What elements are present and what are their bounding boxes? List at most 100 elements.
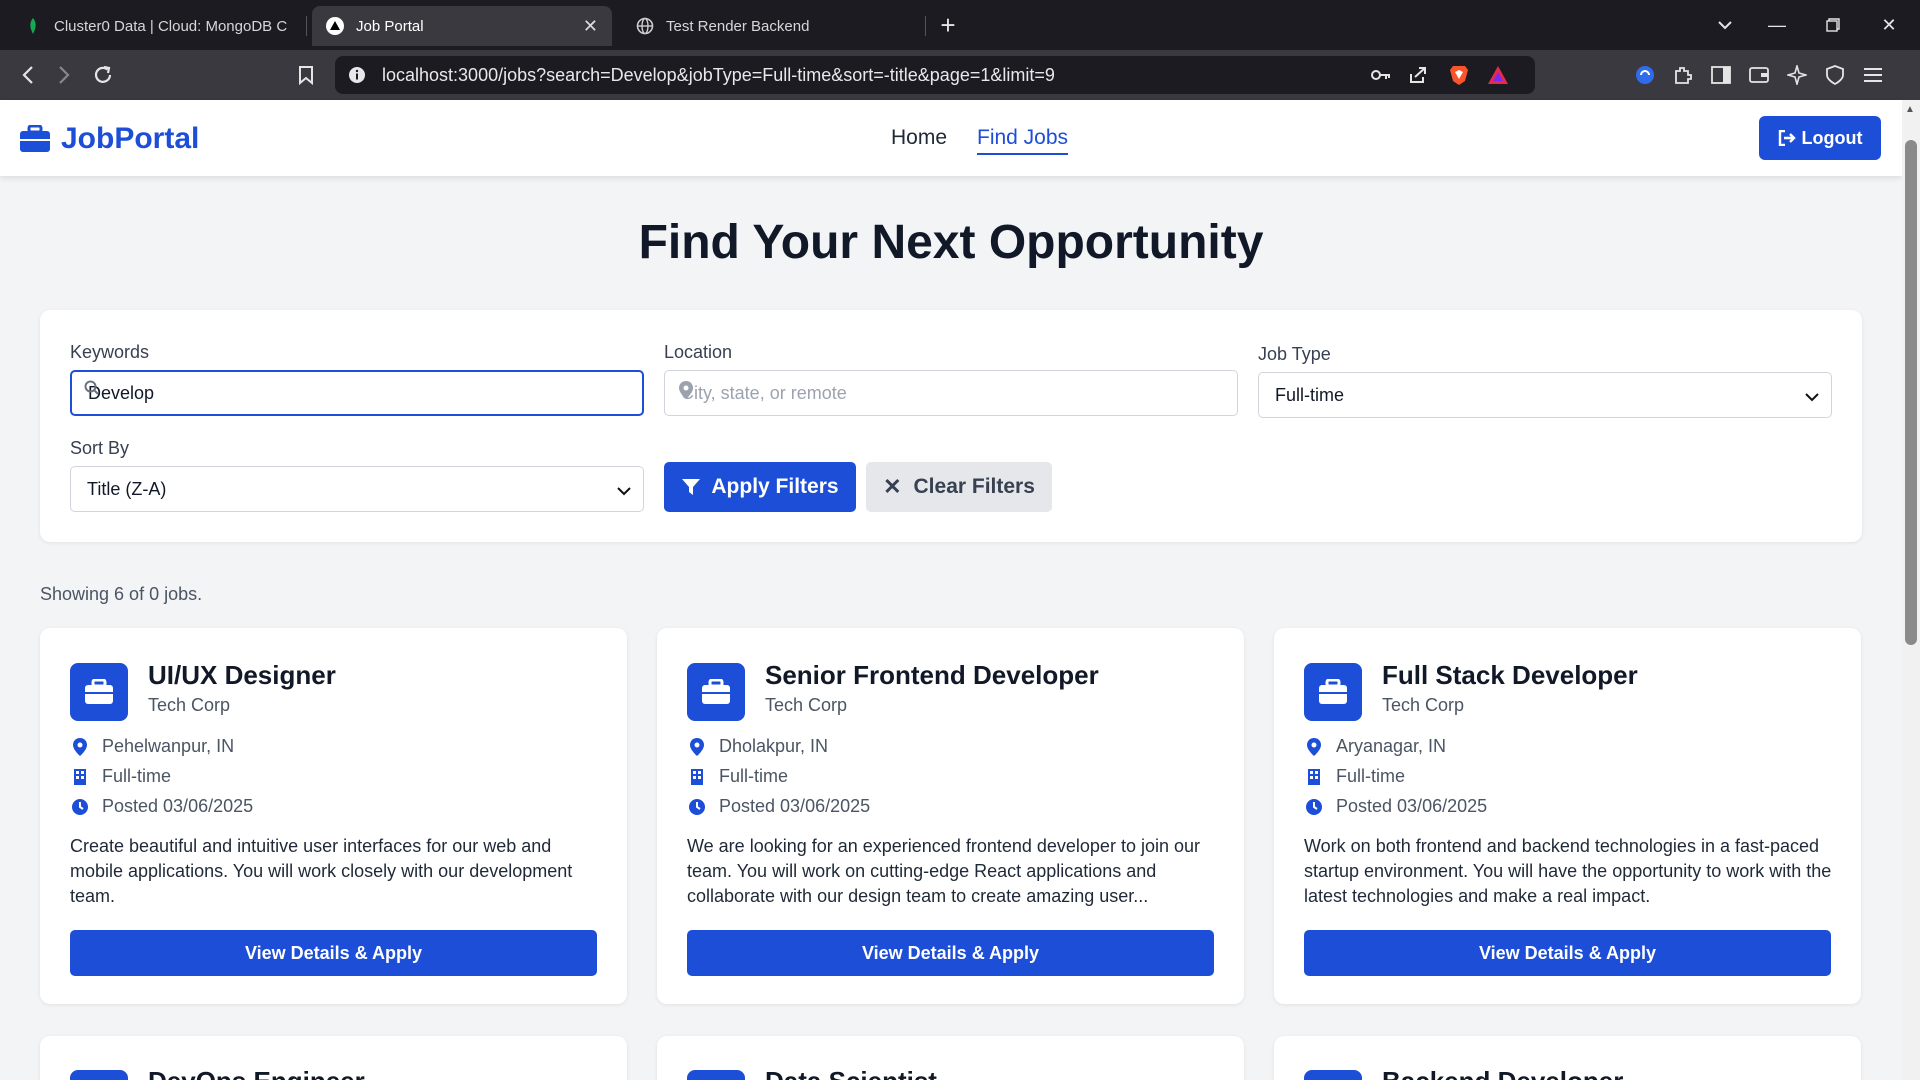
leo-ai-icon[interactable] (1782, 60, 1812, 90)
job-type-text: Full-time (1336, 766, 1406, 786)
apply-filters-button[interactable]: Apply Filters (664, 462, 856, 512)
job-location: Pehelwanpur, IN (70, 736, 234, 757)
job-posted: Posted 03/06/2025 (1304, 796, 1487, 817)
browser-tab-strip: Cluster0 Data | Cloud: MongoDB Cloud Job… (0, 0, 1920, 50)
tab-mongodb[interactable]: Cluster0 Data | Cloud: MongoDB Cloud (10, 6, 302, 46)
job-title[interactable]: UI/UX Designer (148, 660, 336, 691)
menu-hamburger-icon[interactable] (1858, 60, 1888, 90)
brave-shield-icon[interactable] (1449, 64, 1469, 91)
password-key-icon[interactable] (1370, 65, 1392, 90)
job-type-value: Full-time (1275, 384, 1345, 405)
job-posted-text: Posted 03/06/2025 (1336, 796, 1488, 816)
tab-separator (306, 16, 307, 36)
forward-icon[interactable] (49, 60, 79, 90)
extensions-area (1630, 50, 1920, 100)
url-text: localhost:3000/jobs?search=Develop&jobTy… (382, 64, 1055, 85)
job-title[interactable]: Full Stack Developer (1382, 660, 1638, 691)
briefcase-icon (70, 1070, 128, 1080)
briefcase-icon (70, 663, 128, 721)
job-company: Tech Corp (148, 695, 231, 715)
job-card: UI/UX Designer Tech Corp Pehelwanpur, IN… (40, 628, 627, 1004)
site-info-icon[interactable] (347, 65, 367, 90)
sort-value: Title (Z-A) (87, 478, 167, 499)
job-type: Full-time (70, 766, 171, 787)
chevron-down-icon (617, 480, 631, 501)
brand-name: JobPortal (61, 122, 200, 155)
job-type-text: Full-time (102, 766, 172, 786)
sort-select[interactable]: Title (Z-A) (70, 466, 644, 512)
brave-rewards-icon[interactable] (1488, 66, 1508, 89)
brand-logo[interactable]: JobPortal (19, 122, 199, 156)
job-card: Full Stack Developer Tech Corp Aryanagar… (1274, 628, 1861, 1004)
job-type-select[interactable]: Full-time (1258, 372, 1832, 418)
job-location: Dholakpur, IN (687, 736, 828, 757)
logout-label: Logout (1801, 127, 1863, 148)
job-title[interactable]: DevOps Engineer (148, 1066, 365, 1080)
job-description: Create beautiful and intuitive user inte… (70, 836, 573, 906)
job-title[interactable]: Data Scientist (765, 1066, 937, 1080)
job-posted: Posted 03/06/2025 (687, 796, 870, 817)
map-pin-icon (687, 737, 707, 756)
sidebar-icon[interactable] (1706, 60, 1736, 90)
job-posted-text: Posted 03/06/2025 (102, 796, 254, 816)
new-tab-icon[interactable]: + (925, 0, 971, 50)
tab-test-render[interactable]: Test Render Backend (622, 6, 922, 46)
job-title[interactable]: Senior Frontend Developer (765, 660, 1099, 691)
reload-icon[interactable] (88, 60, 118, 90)
clear-filters-button[interactable]: ✕ Clear Filters (866, 462, 1052, 512)
job-type-text: Full-time (719, 766, 789, 786)
vpn-shield-icon[interactable] (1820, 60, 1850, 90)
close-window-icon[interactable]: ✕ (1866, 0, 1912, 50)
view-details-apply-button[interactable]: View Details & Apply (687, 930, 1214, 976)
close-tab-icon[interactable]: ✕ (583, 16, 598, 37)
logout-button[interactable]: Logout (1759, 116, 1881, 160)
job-company: Tech Corp (765, 695, 848, 715)
map-pin-icon (70, 737, 90, 756)
app-navbar: JobPortal Home Find Jobs Logout (0, 100, 1902, 176)
extensions-puzzle-icon[interactable] (1668, 60, 1698, 90)
job-title[interactable]: Backend Developer (1382, 1066, 1623, 1080)
job-card-partial: Data Scientist (657, 1036, 1244, 1080)
scroll-up-arrow-icon[interactable]: ▲ (1905, 104, 1915, 115)
location-label: Location (664, 342, 733, 362)
view-details-apply-button[interactable]: View Details & Apply (70, 930, 597, 976)
view-details-apply-button[interactable]: View Details & Apply (1304, 930, 1831, 976)
scrollbar-thumb[interactable] (1905, 140, 1917, 645)
clock-icon (687, 798, 707, 816)
tab-title: Job Portal (356, 17, 424, 35)
search-icon (84, 380, 100, 401)
tab-list-chevron-icon[interactable] (1702, 0, 1748, 50)
keywords-input[interactable]: Develop (70, 370, 644, 416)
job-description: We are looking for an experienced fronte… (687, 836, 1200, 906)
address-bar[interactable]: localhost:3000/jobs?search=Develop&jobTy… (335, 56, 1535, 94)
job-posted: Posted 03/06/2025 (70, 796, 253, 817)
nav-link-home[interactable]: Home (891, 126, 947, 150)
page-title: Find Your Next Opportunity (638, 216, 1264, 269)
map-pin-icon (1304, 737, 1324, 756)
job-location-text: Dholakpur, IN (719, 736, 829, 756)
location-placeholder: City, state, or remote (681, 382, 847, 403)
bookmark-icon[interactable] (291, 60, 321, 90)
job-card-partial: Backend Developer (1274, 1036, 1861, 1080)
job-posted-text: Posted 03/06/2025 (719, 796, 871, 816)
filter-funnel-icon (682, 479, 701, 495)
job-card-partial: DevOps Engineer (40, 1036, 627, 1080)
nav-link-find-jobs[interactable]: Find Jobs (977, 126, 1069, 155)
wallet-icon[interactable] (1744, 60, 1774, 90)
minimize-icon[interactable]: — (1754, 0, 1800, 50)
share-icon[interactable] (1408, 65, 1428, 90)
building-icon (687, 768, 707, 786)
job-location-text: Aryanagar, IN (1336, 736, 1447, 756)
restore-icon[interactable] (1810, 0, 1856, 50)
keywords-label: Keywords (70, 342, 150, 362)
job-location-text: Pehelwanpur, IN (102, 736, 235, 756)
tab-job-portal[interactable]: Job Portal ✕ (312, 6, 612, 46)
tab-title: Cluster0 Data | Cloud: MongoDB Cloud (54, 17, 288, 35)
clear-filters-label: Clear Filters (913, 475, 1035, 498)
location-input[interactable]: City, state, or remote (664, 370, 1238, 416)
clear-x-icon: ✕ (883, 474, 902, 499)
chevron-down-icon (1805, 386, 1819, 407)
results-summary: Showing 6 of 0 jobs. (40, 584, 203, 604)
extension-sync-icon[interactable] (1630, 60, 1660, 90)
back-icon[interactable] (13, 60, 43, 90)
